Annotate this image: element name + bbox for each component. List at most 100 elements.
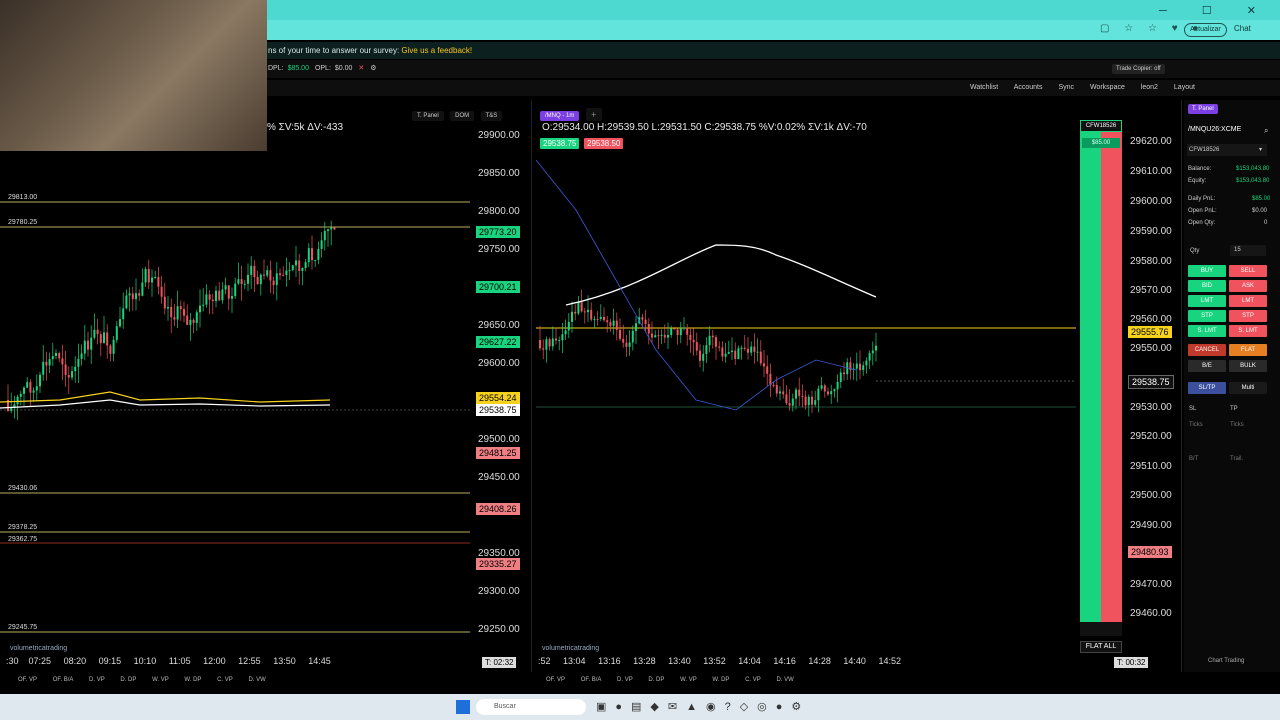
sell-stop-limit-button[interactable]: S. LMT — [1229, 325, 1267, 337]
sltp-tab[interactable]: SL/TP — [1188, 382, 1226, 394]
candle-body — [721, 347, 724, 357]
indicator-tab[interactable]: OF. VP — [546, 677, 565, 683]
bid-button[interactable]: BID — [1188, 280, 1226, 292]
layout-button[interactable]: Layout — [1174, 84, 1195, 91]
candle-body — [571, 311, 573, 322]
flat-button[interactable]: FLAT — [1229, 344, 1267, 356]
tab-tpanel[interactable]: T. Panel — [1188, 104, 1218, 114]
candle-body — [323, 230, 326, 241]
price-tick: 29250.00 — [478, 624, 520, 635]
candle-body — [670, 328, 673, 335]
cancel-button[interactable]: CANCEL — [1188, 344, 1226, 356]
chart-trading-label[interactable]: Chart Trading — [1208, 658, 1244, 664]
candle-body — [291, 265, 294, 270]
indicator-tab[interactable]: C. VP — [217, 677, 233, 683]
candle-body — [320, 240, 323, 249]
indicator-tab[interactable]: D. DP — [120, 677, 136, 683]
candle-body — [673, 328, 676, 330]
ask-button[interactable]: ASK — [1229, 280, 1267, 292]
candle-body — [596, 318, 599, 320]
multi-tab[interactable]: Multi — [1229, 382, 1267, 394]
qty-input[interactable]: 15 — [1230, 245, 1266, 256]
indicator-tab[interactable]: W. VP — [680, 677, 697, 683]
time-tick: 14:52 — [878, 656, 901, 666]
left-price-chart[interactable] — [0, 100, 470, 655]
indicator-tab[interactable]: D. VW — [776, 677, 793, 683]
candle-body — [731, 350, 733, 353]
candle-body — [763, 363, 765, 367]
indicator-tab[interactable]: D. VP — [89, 677, 105, 683]
sync-button[interactable]: Sync — [1058, 84, 1074, 91]
buy-stop-button[interactable]: STP — [1188, 310, 1226, 322]
candle-body — [138, 293, 141, 296]
account-select-value: CFW18526 — [1189, 147, 1220, 153]
order-panel: T. Panel /MNQU26:XCME ⌕ CFW18526 ▾ Balan… — [1184, 100, 1280, 672]
level-label: 29245.75 — [8, 624, 38, 631]
trade-copier-button[interactable]: Trade Copier: off — [1112, 64, 1165, 74]
indicator-tab[interactable]: OF. B/A — [53, 677, 74, 683]
open-qty-label: Open Qty: — [1188, 220, 1216, 226]
indicator-tab[interactable]: D. VP — [617, 677, 633, 683]
breakeven-button[interactable]: B/E — [1188, 360, 1226, 372]
order-symbol[interactable]: /MNQU26:XCME — [1188, 126, 1241, 133]
candle-body — [279, 273, 281, 275]
candle-body — [772, 384, 775, 386]
tab-ts[interactable]: T&S — [480, 111, 503, 121]
candle-body — [199, 305, 201, 313]
indicator-tab[interactable]: W. DP — [712, 677, 729, 683]
indicator-tab[interactable]: C. VP — [745, 677, 761, 683]
update-button[interactable]: Actualizar — [1184, 23, 1227, 37]
indicator-tab[interactable]: OF. VP — [18, 677, 37, 683]
buy-limit-button[interactable]: LMT — [1188, 295, 1226, 307]
price-tick: 29600.00 — [1130, 196, 1172, 207]
taskbar-search[interactable]: Buscar — [476, 699, 586, 715]
gear-icon[interactable]: ⚙ — [370, 65, 376, 72]
candle-body — [333, 227, 336, 230]
taskbar-app-icons[interactable]: ▣●▤◆✉▲◉?◇◎●⚙ — [596, 700, 810, 713]
left-time-axis: :30 07:25 08:20 09:15 10:10 11:05 12:00 … — [6, 656, 331, 666]
chat-button[interactable]: Chat — [1234, 24, 1251, 33]
account-select[interactable]: CFW18526 ▾ — [1187, 144, 1267, 156]
candle-body — [26, 382, 29, 388]
account-pnl: $85.00 — [1082, 138, 1120, 148]
candle-body — [804, 396, 807, 406]
candle-body — [55, 352, 57, 357]
indicator-tab[interactable]: W. VP — [152, 677, 169, 683]
candle-body — [269, 270, 272, 281]
candle-body — [119, 319, 121, 327]
flat-all-button[interactable]: FLAT ALL — [1080, 641, 1122, 653]
time-tick: :30 — [6, 656, 19, 666]
user-button[interactable]: leon2 — [1141, 84, 1158, 91]
watchlist-button[interactable]: Watchlist — [970, 84, 998, 91]
time-tick: 14:04 — [738, 656, 761, 666]
sell-stop-button[interactable]: STP — [1229, 310, 1267, 322]
sell-limit-button[interactable]: LMT — [1229, 295, 1267, 307]
candle-body — [628, 342, 631, 347]
indicator-tab[interactable]: D. VW — [248, 677, 265, 683]
candle-body — [743, 347, 746, 349]
candle-body — [609, 322, 612, 326]
dom-volume-bar[interactable]: CFW18526 $85.00 FLAT ALL — [1080, 120, 1122, 653]
candle-body — [619, 329, 621, 339]
indicator-tab[interactable]: W. DP — [184, 677, 201, 683]
candle-body — [298, 260, 301, 271]
time-tick: 13:52 — [703, 656, 726, 666]
close-icon[interactable]: ✕ — [358, 65, 364, 72]
buy-button[interactable]: BUY — [1188, 265, 1226, 277]
tp-ticks-label: Ticks — [1230, 422, 1244, 428]
right-price-chart[interactable] — [536, 100, 1080, 655]
survey-feedback-link[interactable]: Give us a feedback! — [401, 46, 472, 55]
bulk-button[interactable]: BULK — [1229, 360, 1267, 372]
indicator-tab[interactable]: OF. B/A — [581, 677, 602, 683]
candle-body — [830, 391, 833, 395]
buy-stop-limit-button[interactable]: S. LMT — [1188, 325, 1226, 337]
balance-value: $153,043.80 — [1236, 166, 1270, 172]
windows-start-icon[interactable] — [456, 700, 470, 714]
window-controls[interactable]: ─ ☐ ✕ — [1159, 4, 1272, 17]
sell-button[interactable]: SELL — [1229, 265, 1267, 277]
accounts-button[interactable]: Accounts — [1014, 84, 1043, 91]
time-tick: 13:04 — [563, 656, 586, 666]
indicator-tab[interactable]: D. DP — [648, 677, 664, 683]
search-icon[interactable]: ⌕ — [1264, 126, 1268, 136]
workspace-button[interactable]: Workspace — [1090, 84, 1125, 91]
